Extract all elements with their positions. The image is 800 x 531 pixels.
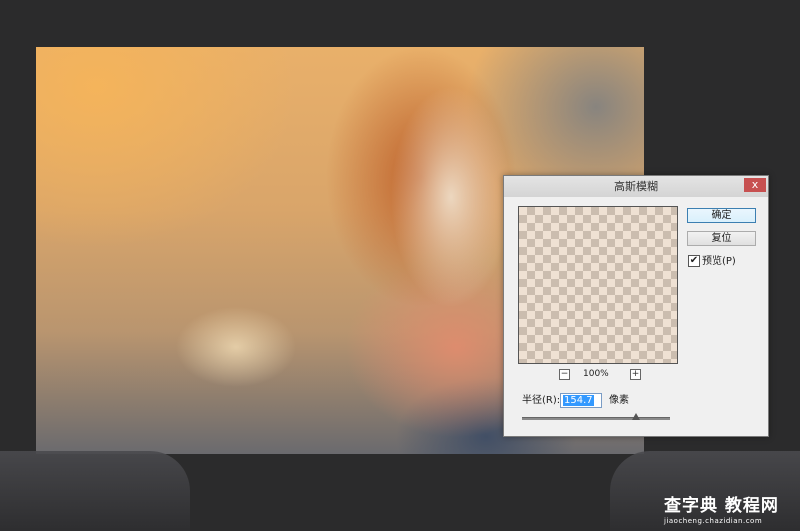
radius-value: 154.7 <box>563 395 594 406</box>
preview-checkbox-row[interactable]: ✔ 预览(P) <box>688 255 736 269</box>
watermark-url: jiaocheng.chazidian.com <box>664 517 763 525</box>
zoom-out-button[interactable]: − <box>559 369 570 380</box>
zoom-controls: − 100% + <box>559 369 641 381</box>
reset-button[interactable]: 复位 <box>687 231 756 246</box>
radius-slider[interactable] <box>522 413 670 420</box>
zoom-level: 100% <box>583 369 609 379</box>
radius-slider-thumb[interactable] <box>631 413 640 420</box>
gaussian-blur-dialog: 高斯模糊 x 确定 复位 ✔ 预览(P) − 100% + 半径(R): 154.… <box>503 175 769 437</box>
preview-area[interactable] <box>518 206 678 364</box>
preview-checkbox[interactable]: ✔ <box>688 255 700 267</box>
dialog-title: 高斯模糊 <box>504 176 768 197</box>
dark-thumbnail-left <box>0 451 190 531</box>
radius-unit: 像素 <box>609 395 629 406</box>
zoom-in-button[interactable]: + <box>630 369 641 380</box>
ok-button[interactable]: 确定 <box>687 208 756 223</box>
radius-input[interactable]: 154.7 <box>560 393 602 408</box>
preview-checkbox-label: 预览(P) <box>702 256 736 267</box>
close-button[interactable]: x <box>744 178 766 192</box>
radius-label: 半径(R): <box>522 395 561 406</box>
